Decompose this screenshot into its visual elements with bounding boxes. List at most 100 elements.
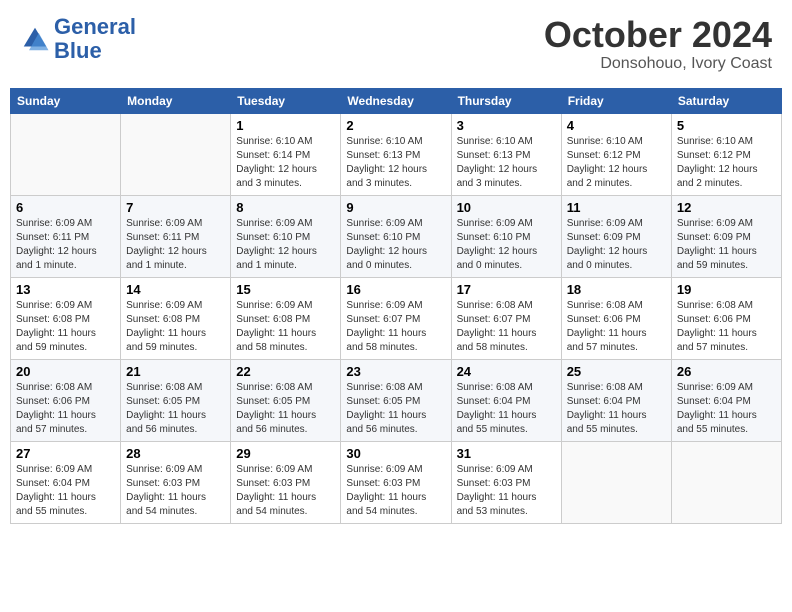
calendar-cell: [561, 441, 671, 523]
calendar-body: 1Sunrise: 6:10 AM Sunset: 6:14 PM Daylig…: [11, 113, 782, 523]
location-subtitle: Donsohouo, Ivory Coast: [544, 55, 772, 73]
calendar-cell: 24 Sunrise: 6:08 AM Sunset: 6:04 PM Dayli…: [451, 359, 561, 441]
day-number: 18: [567, 282, 666, 297]
calendar-cell: 16 Sunrise: 6:09 AM Sunset: 6:07 PM Dayli…: [341, 277, 451, 359]
day-info: Sunrise: 6:09 AM Sunset: 6:04 PM Dayligh…: [16, 463, 115, 519]
day-number: 12: [677, 200, 776, 215]
day-number: 15: [236, 282, 335, 297]
calendar-cell: [671, 441, 781, 523]
title-block: October 2024 Donsohouo, Ivory Coast: [544, 15, 772, 73]
day-number: 8: [236, 200, 335, 215]
day-number: 16: [346, 282, 445, 297]
calendar-cell: 6Sunrise: 6:09 AM Sunset: 6:11 PM Daylig…: [11, 195, 121, 277]
calendar-cell: 7Sunrise: 6:09 AM Sunset: 6:11 PM Daylig…: [121, 195, 231, 277]
day-info: Sunrise: 6:08 AM Sunset: 6:04 PM Dayligh…: [457, 381, 556, 437]
calendar-cell: 12 Sunrise: 6:09 AM Sunset: 6:09 PM Dayli…: [671, 195, 781, 277]
calendar-day-header: Tuesday: [231, 88, 341, 113]
calendar-cell: 26 Sunrise: 6:09 AM Sunset: 6:04 PM Dayli…: [671, 359, 781, 441]
calendar-week-row: 1Sunrise: 6:10 AM Sunset: 6:14 PM Daylig…: [11, 113, 782, 195]
calendar-cell: 8Sunrise: 6:09 AM Sunset: 6:10 PM Daylig…: [231, 195, 341, 277]
day-number: 3: [457, 118, 556, 133]
calendar-cell: [121, 113, 231, 195]
day-info: Sunrise: 6:09 AM Sunset: 6:08 PM Dayligh…: [236, 299, 335, 355]
day-info: Sunrise: 6:09 AM Sunset: 6:04 PM Dayligh…: [677, 381, 776, 437]
day-info: Sunrise: 6:09 AM Sunset: 6:10 PM Dayligh…: [346, 217, 445, 273]
calendar-cell: 2Sunrise: 6:10 AM Sunset: 6:13 PM Daylig…: [341, 113, 451, 195]
day-info: Sunrise: 6:09 AM Sunset: 6:10 PM Dayligh…: [457, 217, 556, 273]
calendar-cell: 5Sunrise: 6:10 AM Sunset: 6:12 PM Daylig…: [671, 113, 781, 195]
calendar-cell: 23Sunrise: 6:08 AM Sunset: 6:05 PM Dayli…: [341, 359, 451, 441]
day-info: Sunrise: 6:09 AM Sunset: 6:09 PM Dayligh…: [567, 217, 666, 273]
calendar-cell: 15 Sunrise: 6:09 AM Sunset: 6:08 PM Dayli…: [231, 277, 341, 359]
day-info: Sunrise: 6:09 AM Sunset: 6:08 PM Dayligh…: [126, 299, 225, 355]
day-info: Sunrise: 6:10 AM Sunset: 6:12 PM Dayligh…: [567, 135, 666, 191]
day-number: 7: [126, 200, 225, 215]
day-number: 17: [457, 282, 556, 297]
day-info: Sunrise: 6:08 AM Sunset: 6:05 PM Dayligh…: [236, 381, 335, 437]
day-number: 2: [346, 118, 445, 133]
day-number: 30: [346, 446, 445, 461]
day-number: 22: [236, 364, 335, 379]
day-info: Sunrise: 6:09 AM Sunset: 6:03 PM Dayligh…: [126, 463, 225, 519]
day-info: Sunrise: 6:08 AM Sunset: 6:04 PM Dayligh…: [567, 381, 666, 437]
day-number: 29: [236, 446, 335, 461]
day-number: 4: [567, 118, 666, 133]
day-info: Sunrise: 6:08 AM Sunset: 6:06 PM Dayligh…: [16, 381, 115, 437]
calendar-day-header: Saturday: [671, 88, 781, 113]
calendar-cell: 4 Sunrise: 6:10 AM Sunset: 6:12 PM Daylig…: [561, 113, 671, 195]
calendar-cell: 31Sunrise: 6:09 AM Sunset: 6:03 PM Dayli…: [451, 441, 561, 523]
calendar-day-header: Sunday: [11, 88, 121, 113]
month-title: October 2024: [544, 15, 772, 55]
calendar-cell: 1Sunrise: 6:10 AM Sunset: 6:14 PM Daylig…: [231, 113, 341, 195]
day-info: Sunrise: 6:10 AM Sunset: 6:13 PM Dayligh…: [457, 135, 556, 191]
day-info: Sunrise: 6:08 AM Sunset: 6:06 PM Dayligh…: [567, 299, 666, 355]
calendar-cell: 10Sunrise: 6:09 AM Sunset: 6:10 PM Dayli…: [451, 195, 561, 277]
day-info: Sunrise: 6:09 AM Sunset: 6:09 PM Dayligh…: [677, 217, 776, 273]
calendar-week-row: 13 Sunrise: 6:09 AM Sunset: 6:08 PM Dayli…: [11, 277, 782, 359]
calendar-week-row: 6Sunrise: 6:09 AM Sunset: 6:11 PM Daylig…: [11, 195, 782, 277]
calendar-header: SundayMondayTuesdayWednesdayThursdayFrid…: [11, 88, 782, 113]
calendar-cell: [11, 113, 121, 195]
calendar-cell: 25 Sunrise: 6:08 AM Sunset: 6:04 PM Dayli…: [561, 359, 671, 441]
day-info: Sunrise: 6:09 AM Sunset: 6:11 PM Dayligh…: [16, 217, 115, 273]
calendar-cell: 30 Sunrise: 6:09 AM Sunset: 6:03 PM Dayli…: [341, 441, 451, 523]
calendar-table: SundayMondayTuesdayWednesdayThursdayFrid…: [10, 88, 782, 524]
calendar-day-header: Thursday: [451, 88, 561, 113]
day-number: 14: [126, 282, 225, 297]
calendar-cell: 9 Sunrise: 6:09 AM Sunset: 6:10 PM Daylig…: [341, 195, 451, 277]
day-number: 9: [346, 200, 445, 215]
day-info: Sunrise: 6:08 AM Sunset: 6:05 PM Dayligh…: [126, 381, 225, 437]
calendar-cell: 11 Sunrise: 6:09 AM Sunset: 6:09 PM Dayli…: [561, 195, 671, 277]
day-info: Sunrise: 6:09 AM Sunset: 6:07 PM Dayligh…: [346, 299, 445, 355]
day-info: Sunrise: 6:10 AM Sunset: 6:14 PM Dayligh…: [236, 135, 335, 191]
day-info: Sunrise: 6:08 AM Sunset: 6:05 PM Dayligh…: [346, 381, 445, 437]
calendar-week-row: 20Sunrise: 6:08 AM Sunset: 6:06 PM Dayli…: [11, 359, 782, 441]
logo-icon: [20, 24, 50, 54]
calendar-cell: 20Sunrise: 6:08 AM Sunset: 6:06 PM Dayli…: [11, 359, 121, 441]
day-info: Sunrise: 6:09 AM Sunset: 6:03 PM Dayligh…: [236, 463, 335, 519]
calendar-cell: 21 Sunrise: 6:08 AM Sunset: 6:05 PM Dayli…: [121, 359, 231, 441]
calendar-cell: 17Sunrise: 6:08 AM Sunset: 6:07 PM Dayli…: [451, 277, 561, 359]
day-number: 24: [457, 364, 556, 379]
page-header: General Blue October 2024 Donsohouo, Ivo…: [10, 10, 782, 78]
calendar-cell: 22 Sunrise: 6:08 AM Sunset: 6:05 PM Dayli…: [231, 359, 341, 441]
day-number: 13: [16, 282, 115, 297]
day-info: Sunrise: 6:08 AM Sunset: 6:06 PM Dayligh…: [677, 299, 776, 355]
calendar-cell: 27 Sunrise: 6:09 AM Sunset: 6:04 PM Dayli…: [11, 441, 121, 523]
calendar-cell: 14 Sunrise: 6:09 AM Sunset: 6:08 PM Dayli…: [121, 277, 231, 359]
day-number: 5: [677, 118, 776, 133]
calendar-week-row: 27 Sunrise: 6:09 AM Sunset: 6:04 PM Dayli…: [11, 441, 782, 523]
day-info: Sunrise: 6:09 AM Sunset: 6:03 PM Dayligh…: [346, 463, 445, 519]
calendar-cell: 13 Sunrise: 6:09 AM Sunset: 6:08 PM Dayli…: [11, 277, 121, 359]
day-info: Sunrise: 6:09 AM Sunset: 6:08 PM Dayligh…: [16, 299, 115, 355]
day-number: 19: [677, 282, 776, 297]
day-number: 11: [567, 200, 666, 215]
day-number: 26: [677, 364, 776, 379]
calendar-cell: 3 Sunrise: 6:10 AM Sunset: 6:13 PM Daylig…: [451, 113, 561, 195]
day-number: 21: [126, 364, 225, 379]
day-number: 25: [567, 364, 666, 379]
calendar-cell: 19 Sunrise: 6:08 AM Sunset: 6:06 PM Dayli…: [671, 277, 781, 359]
day-number: 31: [457, 446, 556, 461]
day-number: 27: [16, 446, 115, 461]
logo: General Blue: [20, 15, 136, 63]
